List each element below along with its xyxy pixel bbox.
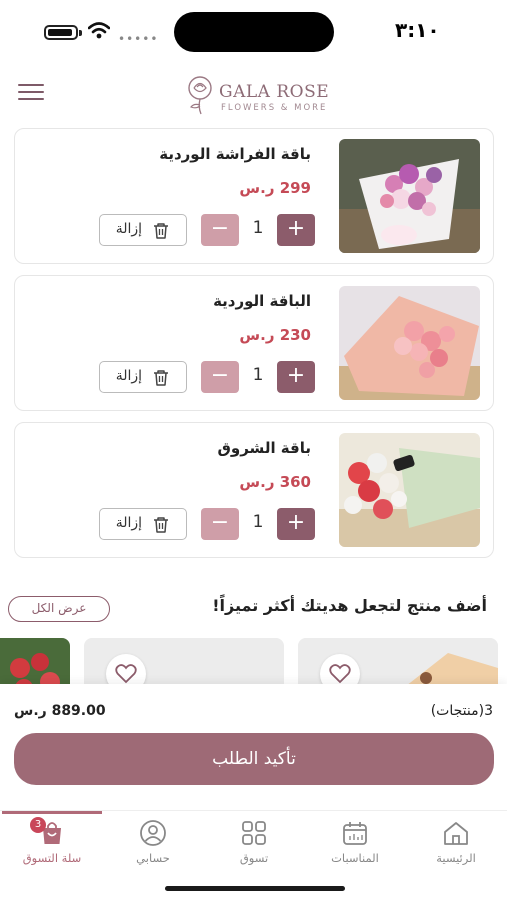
rose-logo-icon xyxy=(188,76,212,115)
confirm-order-button[interactable]: تأكيد الطلب xyxy=(14,733,494,785)
bouquet-photo xyxy=(339,286,480,400)
user-icon xyxy=(140,820,166,846)
cellular-signal-icon: ••••• xyxy=(118,32,159,46)
remove-item-button[interactable]: إزالة xyxy=(99,508,187,540)
nav-label: حسابي xyxy=(136,851,170,865)
home-indicator xyxy=(165,886,345,891)
brand-tagline: FLOWERS & MORE xyxy=(221,103,328,113)
trash-icon xyxy=(154,370,168,386)
quantity-controls: + 1 − إزالة xyxy=(99,361,315,393)
home-icon xyxy=(444,822,468,845)
active-tab-indicator xyxy=(2,811,102,814)
cart-count-badge: 3 xyxy=(30,817,46,833)
increase-quantity-button[interactable]: + xyxy=(277,508,315,540)
wifi-icon xyxy=(88,22,110,39)
product-price: 299 ر.س xyxy=(239,179,311,197)
nav-item-home[interactable]: الرئيسية xyxy=(406,817,506,869)
product-image[interactable] xyxy=(339,286,480,400)
nav-item-account[interactable]: حسابي xyxy=(103,817,203,869)
decrease-quantity-button[interactable]: − xyxy=(201,214,239,246)
remove-item-button[interactable]: إزالة xyxy=(99,214,187,246)
bouquet-photo xyxy=(339,139,480,253)
increase-quantity-button[interactable]: + xyxy=(277,361,315,393)
heart-icon xyxy=(115,664,137,684)
nav-item-cart[interactable]: 3 سلة التسوق xyxy=(2,817,102,869)
quantity-value: 1 xyxy=(252,365,264,385)
brand-logo: GALA ROSE FLOWERS & MORE xyxy=(185,74,335,118)
app-header: GALA ROSE FLOWERS & MORE xyxy=(0,68,507,124)
trash-icon xyxy=(154,517,168,533)
nav-label: المناسبات xyxy=(331,851,379,865)
grid-icon xyxy=(242,821,266,845)
hamburger-menu-icon[interactable] xyxy=(18,84,46,106)
quantity-value: 1 xyxy=(252,512,264,532)
cart-item: الباقة الوردية 230 ر.س + 1 − إزالة xyxy=(14,275,494,411)
remove-label: إزالة xyxy=(115,515,142,531)
quantity-controls: + 1 − إزالة xyxy=(99,214,315,246)
brand-name: GALA ROSE xyxy=(219,82,330,102)
nav-label: الرئيسية xyxy=(436,851,476,865)
cart-item: باقة الشروق 360 ر.س + 1 − إزالة xyxy=(14,422,494,558)
product-price: 230 ر.س xyxy=(239,326,311,344)
nav-item-shop[interactable]: تسوق xyxy=(204,817,304,869)
battery-tip xyxy=(79,30,82,36)
order-item-count: 3(منتجات) xyxy=(430,703,493,719)
order-total: 889.00 ر.س xyxy=(14,703,106,719)
trash-icon xyxy=(154,223,168,239)
remove-item-button[interactable]: إزالة xyxy=(99,361,187,393)
calendar-icon xyxy=(343,822,367,845)
battery-icon xyxy=(44,25,78,40)
nav-item-occasions[interactable]: المناسبات xyxy=(305,817,405,869)
nav-label: تسوق xyxy=(239,851,269,865)
quantity-controls: + 1 − إزالة xyxy=(99,508,315,540)
increase-quantity-button[interactable]: + xyxy=(277,214,315,246)
remove-label: إزالة xyxy=(115,368,142,384)
decrease-quantity-button[interactable]: − xyxy=(201,508,239,540)
product-name[interactable]: الباقة الوردية xyxy=(213,292,311,310)
decrease-quantity-button[interactable]: − xyxy=(201,361,239,393)
remove-label: إزالة xyxy=(115,221,142,237)
product-name[interactable]: باقة الفراشة الوردية xyxy=(159,145,311,163)
product-name[interactable]: باقة الشروق xyxy=(217,439,311,457)
quantity-value: 1 xyxy=(252,218,264,238)
suggestions-title: أضف منتج لتجعل هديتك أكثر تميزاً! xyxy=(212,596,487,615)
product-image[interactable] xyxy=(339,433,480,547)
dynamic-island xyxy=(174,12,334,52)
product-price: 360 ر.س xyxy=(239,473,311,491)
heart-icon xyxy=(329,664,351,684)
view-all-button[interactable]: عرض الكل xyxy=(8,596,110,622)
order-summary-panel: 889.00 ر.س 3(منتجات) تأكيد الطلب xyxy=(0,684,507,814)
bouquet-photo xyxy=(339,433,480,547)
cart-list: باقة الفراشة الوردية 299 ر.س + 1 − إزالة xyxy=(14,128,494,569)
cart-item: باقة الفراشة الوردية 299 ر.س + 1 − إزالة xyxy=(14,128,494,264)
nav-label: سلة التسوق xyxy=(22,851,82,865)
status-time: ٣:١٠ xyxy=(395,18,440,42)
status-bar: ••••• ٣:١٠ xyxy=(0,0,507,64)
product-image[interactable] xyxy=(339,139,480,253)
